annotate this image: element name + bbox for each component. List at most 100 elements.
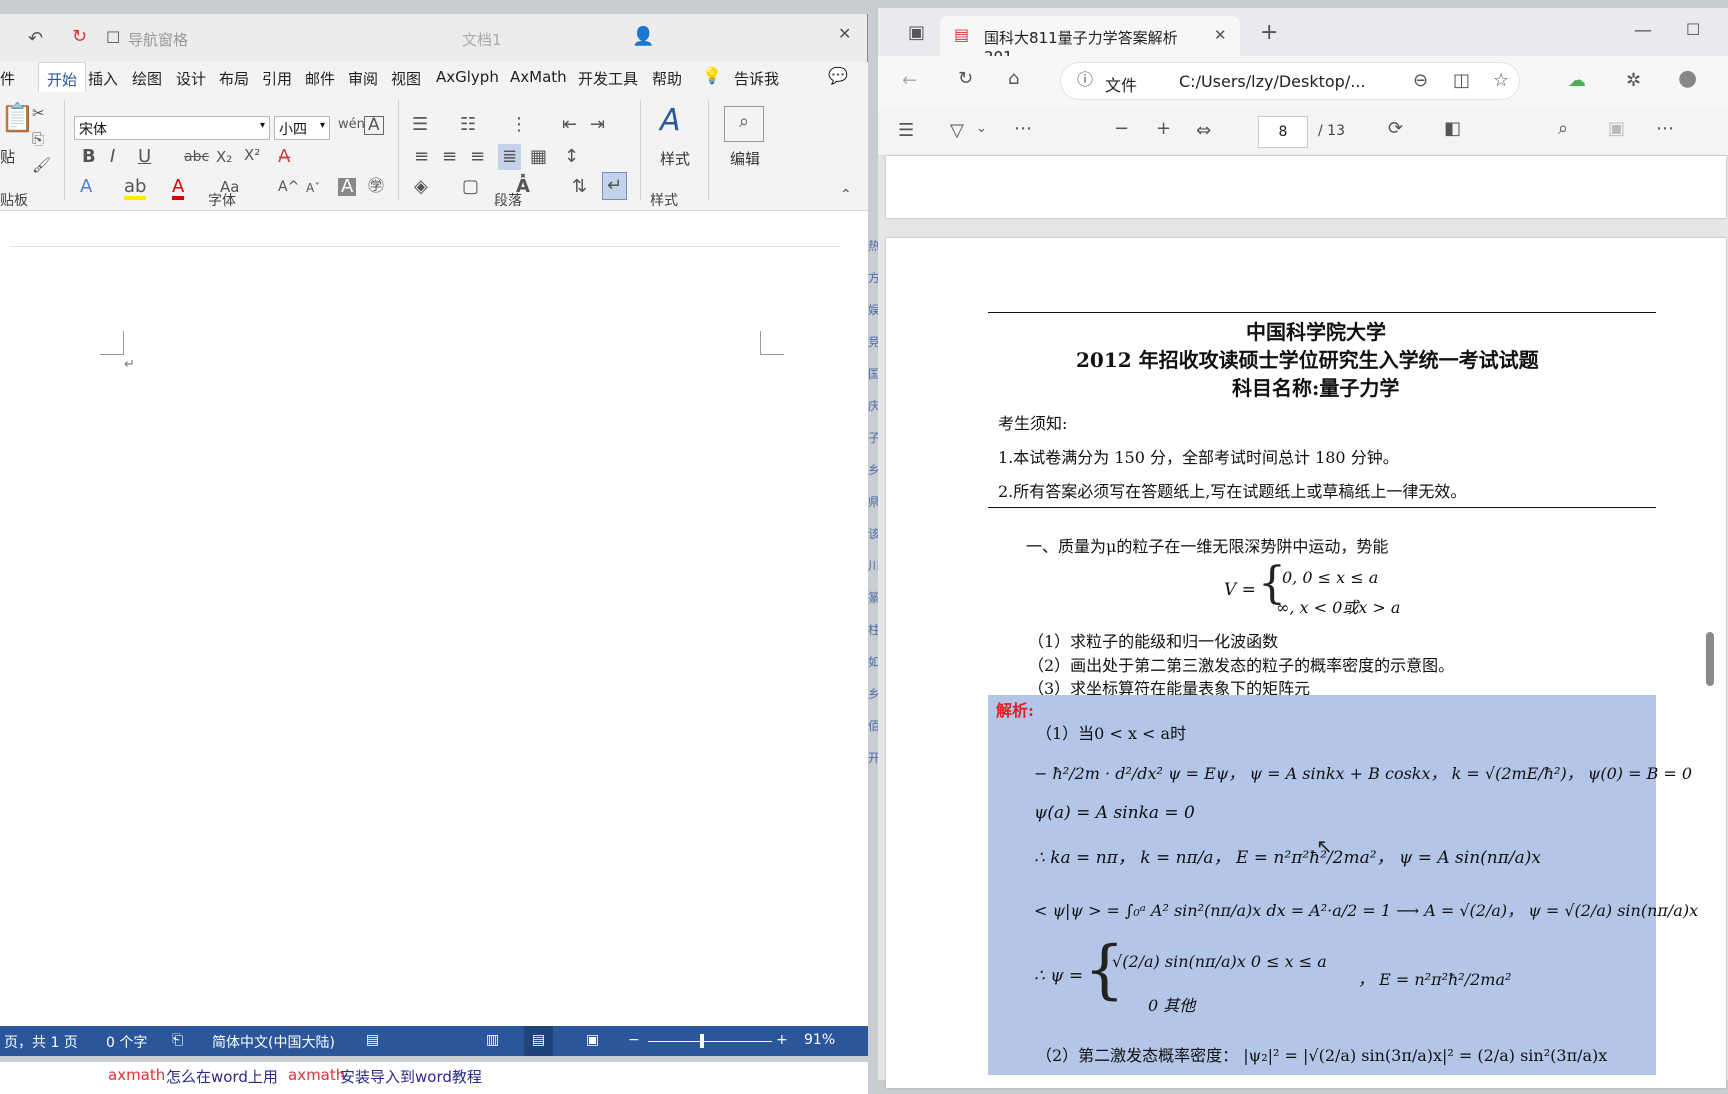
- proofing-icon[interactable]: ⎗: [172, 1032, 183, 1048]
- styles-icon[interactable]: A: [660, 106, 681, 136]
- borders-icon[interactable]: ▢: [462, 178, 479, 196]
- justify-icon[interactable]: ≣: [498, 144, 522, 170]
- chevron-down-icon[interactable]: ⌄: [976, 122, 987, 135]
- grow-font-icon[interactable]: A^: [278, 180, 299, 194]
- tab-help[interactable]: 帮助: [652, 68, 682, 89]
- tab-file[interactable]: 件: [0, 68, 15, 89]
- scrollbar-thumb[interactable]: [1706, 632, 1714, 686]
- tab-axglyph[interactable]: AxGlyph: [436, 68, 499, 86]
- char-shading-icon[interactable]: A: [338, 178, 357, 196]
- bullets-icon[interactable]: ☰: [412, 116, 428, 134]
- tab-design[interactable]: 设计: [176, 68, 206, 89]
- zoom-slider-track[interactable]: [648, 1041, 772, 1042]
- search-icon[interactable]: ⌕: [1558, 120, 1568, 138]
- superscript-icon[interactable]: X²: [244, 148, 260, 163]
- new-tab-icon[interactable]: +: [1260, 22, 1278, 44]
- italic-icon[interactable]: I: [110, 148, 115, 166]
- strikethrough-icon[interactable]: abc: [184, 150, 209, 164]
- sort-icon[interactable]: ⇅: [572, 178, 587, 196]
- zoom-out-icon[interactable]: −: [1114, 120, 1129, 138]
- accessibility-icon[interactable]: ▤: [366, 1032, 379, 1048]
- zoom-icon[interactable]: ⊖: [1413, 72, 1428, 90]
- align-right-icon[interactable]: ≡: [470, 148, 485, 166]
- tab-pdf[interactable]: ▤ 国科大811量子力学答案解析201 ✕: [940, 16, 1240, 66]
- close-tab-icon[interactable]: ✕: [1214, 28, 1227, 43]
- font-name-combo[interactable]: 宋体 ▾: [74, 116, 270, 140]
- phonetic-guide-icon[interactable]: wén: [338, 118, 365, 131]
- numbering-icon[interactable]: ☷: [460, 116, 476, 134]
- zoom-level[interactable]: 91%: [804, 1032, 835, 1048]
- tab-axmath[interactable]: AxMath: [510, 68, 567, 86]
- tab-developer[interactable]: 开发工具: [578, 68, 638, 89]
- zoom-slider-thumb[interactable]: [700, 1034, 704, 1048]
- profile-avatar[interactable]: ●: [1678, 68, 1697, 90]
- zoom-in-button[interactable]: +: [776, 1032, 788, 1048]
- extensions-icon[interactable]: ✲: [1626, 72, 1641, 90]
- close-icon[interactable]: ✕: [838, 26, 851, 42]
- address-bar[interactable]: ⓘ 文件 C:/Users/lzy/Desktop/... ⊖ ◫ ☆: [1060, 62, 1520, 100]
- info-icon[interactable]: ⓘ: [1077, 72, 1093, 88]
- minimize-icon[interactable]: —: [1634, 22, 1652, 40]
- rotate-icon[interactable]: ⟳: [1388, 120, 1403, 138]
- increase-indent-icon[interactable]: ⇥: [590, 116, 605, 134]
- highlight-icon[interactable]: ab: [124, 178, 147, 200]
- show-marks-icon[interactable]: ↵: [602, 172, 628, 200]
- favorite-icon[interactable]: ☆: [1493, 72, 1509, 90]
- font-size-combo[interactable]: 小四 ▾: [274, 116, 330, 140]
- print-layout-icon[interactable]: ▤: [524, 1026, 554, 1056]
- refresh-icon[interactable]: ↻: [958, 70, 973, 88]
- highlight-icon[interactable]: ▽: [950, 122, 964, 140]
- line-spacing-icon[interactable]: ↕: [564, 148, 579, 166]
- shrink-font-icon[interactable]: Aˇ: [306, 182, 320, 194]
- tell-me-search[interactable]: 告诉我: [734, 68, 779, 89]
- page-view-icon[interactable]: ◧: [1444, 120, 1461, 138]
- undo-icon[interactable]: ↶: [28, 30, 43, 48]
- page-number-input[interactable]: 8: [1258, 116, 1308, 148]
- read-mode-icon[interactable]: ▥: [486, 1032, 499, 1048]
- tab-insert[interactable]: 插入: [88, 68, 118, 89]
- nav-pane-checkbox[interactable]: ☐: [106, 30, 120, 46]
- language-indicator[interactable]: 简体中文(中国大陆): [212, 1032, 335, 1052]
- comments-icon[interactable]: 💬: [828, 68, 848, 84]
- font-color-icon[interactable]: A: [172, 178, 185, 200]
- styles-button[interactable]: 样式: [660, 148, 690, 169]
- tab-layout[interactable]: 布局: [219, 68, 249, 89]
- text-effects-icon[interactable]: A: [80, 178, 92, 196]
- fit-page-icon[interactable]: ⇔: [1196, 122, 1211, 140]
- format-painter-icon[interactable]: 🖌: [32, 158, 51, 173]
- decrease-indent-icon[interactable]: ⇤: [562, 116, 577, 134]
- align-center-icon[interactable]: ≡: [442, 148, 457, 166]
- tab-view[interactable]: 视图: [391, 68, 421, 89]
- zoom-out-button[interactable]: −: [628, 1032, 640, 1048]
- distributed-icon[interactable]: ▦: [530, 148, 547, 166]
- contents-icon[interactable]: ☰: [898, 122, 914, 140]
- enclose-char-icon[interactable]: ㊫: [368, 178, 384, 194]
- more-options-icon[interactable]: ⋯: [1656, 120, 1674, 138]
- underline-icon[interactable]: U: [138, 148, 151, 166]
- collapse-ribbon-icon[interactable]: ⌃: [840, 188, 852, 202]
- shading-icon[interactable]: ◈: [414, 178, 428, 196]
- paste-icon[interactable]: 📋: [0, 104, 35, 132]
- tab-actions-icon[interactable]: ▣: [908, 24, 925, 42]
- tab-mailings[interactable]: 邮件: [305, 68, 335, 89]
- page-count[interactable]: 页，共 1 页: [4, 1032, 78, 1052]
- tab-home[interactable]: 开始: [38, 62, 87, 92]
- user-icon[interactable]: 👤: [632, 28, 654, 46]
- multilevel-list-icon[interactable]: ⋮: [510, 116, 528, 134]
- word-count[interactable]: 0 个字: [106, 1032, 147, 1052]
- clear-format-icon[interactable]: A̶: [278, 148, 290, 166]
- maximize-icon[interactable]: ☐: [1686, 22, 1700, 38]
- zoom-in-icon[interactable]: +: [1156, 120, 1171, 138]
- bold-icon[interactable]: B: [82, 148, 96, 166]
- save-icon[interactable]: ▣: [1608, 120, 1625, 138]
- web-layout-icon[interactable]: ▣: [586, 1032, 599, 1048]
- tab-draw[interactable]: 绘图: [132, 68, 162, 89]
- reader-icon[interactable]: ◫: [1453, 72, 1470, 90]
- redo-icon[interactable]: ↻: [72, 28, 87, 46]
- document-canvas[interactable]: ↵: [0, 211, 868, 1026]
- tab-review[interactable]: 审阅: [348, 68, 378, 89]
- copy-icon[interactable]: ⎘: [32, 132, 44, 147]
- cut-icon[interactable]: ✂: [32, 106, 45, 121]
- tab-references[interactable]: 引用: [262, 68, 292, 89]
- align-left-icon[interactable]: ≡: [414, 148, 429, 166]
